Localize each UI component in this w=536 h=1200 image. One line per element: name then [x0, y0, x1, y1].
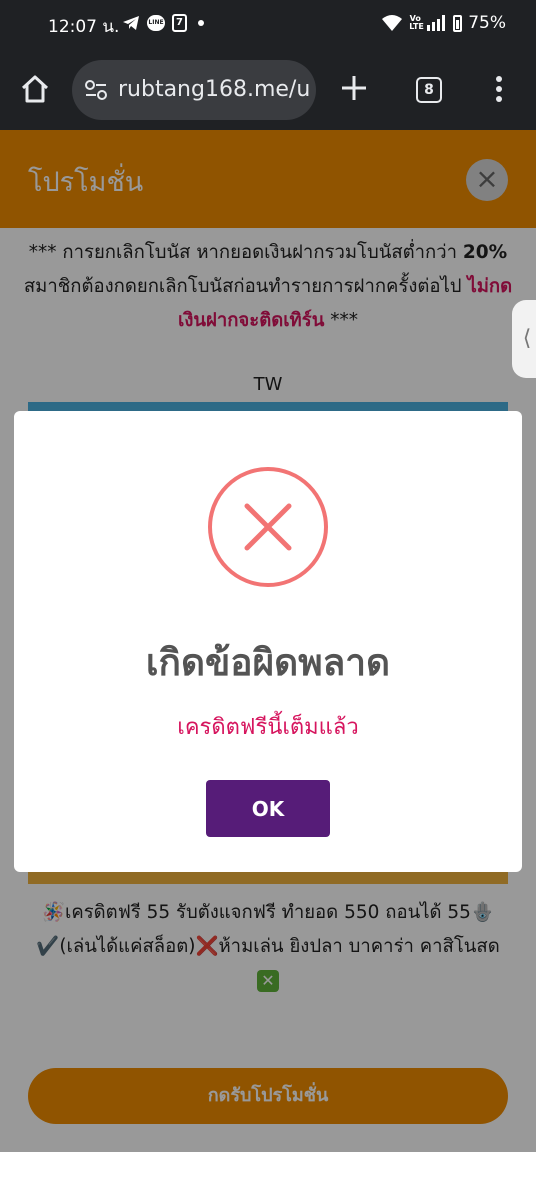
- new-tab-icon[interactable]: [340, 74, 368, 102]
- status-bar: 12:07 น. LINE 7 Vo LTE 75%: [0, 0, 536, 50]
- browser-toolbar: rubtang168.me/us 8: [0, 50, 536, 130]
- volte-icon: Vo LTE: [409, 14, 424, 31]
- address-bar[interactable]: rubtang168.me/us: [72, 60, 316, 120]
- wifi-icon: [382, 15, 403, 31]
- dialog-title: เกิดข้อผิดพลาด: [145, 641, 391, 684]
- status-app-icons: LINE 7: [122, 14, 204, 32]
- site-settings-icon[interactable]: [84, 79, 108, 101]
- signal-icon: [427, 15, 446, 31]
- dialog-message: เครดิตฟรีนี้เต็มแล้ว: [177, 715, 359, 740]
- error-x-circle-icon: [208, 467, 328, 587]
- ok-button[interactable]: OK: [206, 780, 330, 837]
- status-system-icons: Vo LTE 75%: [381, 13, 506, 33]
- home-icon[interactable]: [20, 74, 50, 104]
- status-time: 12:07 น.: [48, 17, 120, 37]
- battery-icon: [453, 14, 463, 32]
- seven-eleven-icon: 7: [172, 14, 187, 32]
- bottom-area: [0, 1152, 536, 1200]
- dot-icon: [198, 20, 204, 26]
- edge-panel-handle[interactable]: ⟨: [512, 300, 536, 378]
- battery-percent: 75%: [468, 13, 506, 33]
- error-dialog: เกิดข้อผิดพลาด เครดิตฟรีนี้เต็มแล้ว OK: [14, 411, 522, 872]
- line-icon: LINE: [147, 15, 165, 31]
- telegram-icon: [123, 16, 139, 30]
- more-menu-icon[interactable]: [496, 76, 502, 102]
- url-text[interactable]: rubtang168.me/us: [118, 77, 310, 102]
- tab-switcher-button[interactable]: 8: [416, 77, 442, 103]
